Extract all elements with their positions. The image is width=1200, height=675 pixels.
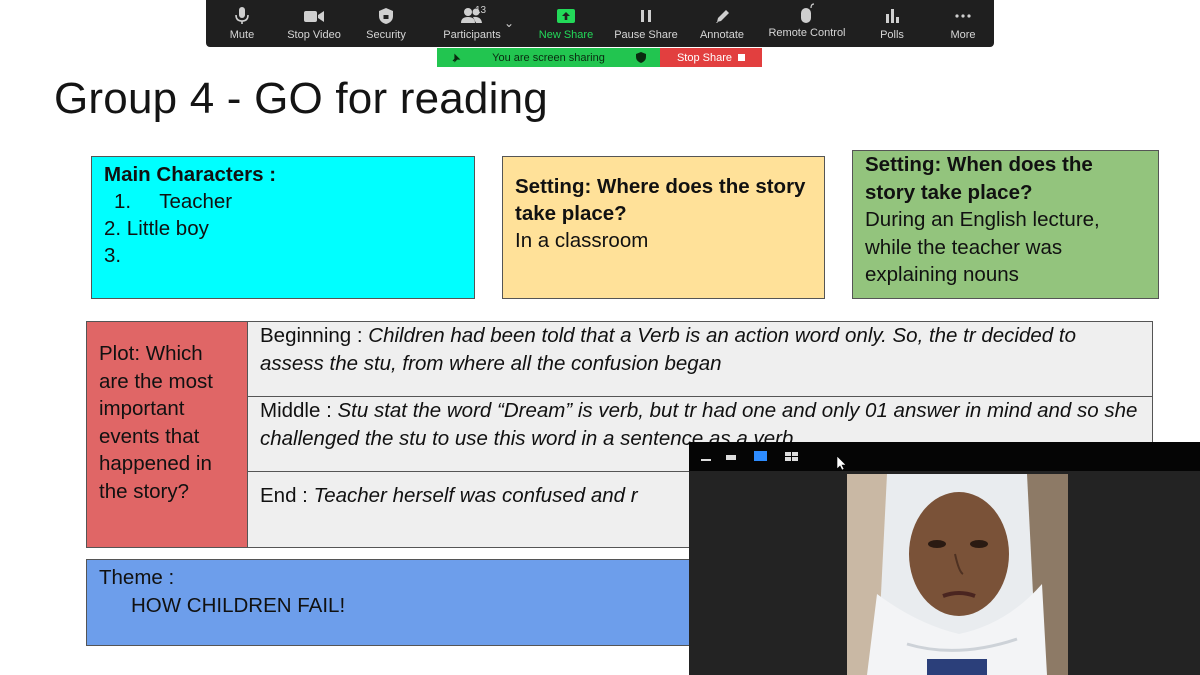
microphone-icon xyxy=(235,7,249,24)
middle-prefix: Middle : xyxy=(260,399,338,422)
character-item-3: 3. xyxy=(104,244,122,267)
annotate-label: Annotate xyxy=(699,29,745,41)
beginning-prefix: Beginning : xyxy=(260,324,369,347)
screen-sharing-banner[interactable]: You are screen sharing xyxy=(437,48,660,67)
screen-sharing-strip: You are screen sharing Stop Share xyxy=(437,48,762,67)
stop-video-button[interactable]: Stop Video xyxy=(278,0,350,47)
polls-button[interactable]: Polls xyxy=(852,0,932,47)
speaker-view-icon[interactable] xyxy=(752,442,770,471)
participant-video-image xyxy=(847,474,1068,675)
remote-control-button[interactable]: Remote Control xyxy=(762,0,852,47)
video-camera-icon xyxy=(304,11,324,22)
new-share-label: New Share xyxy=(538,29,594,41)
stop-icon xyxy=(738,54,746,61)
setting-when-box: Setting: When does the story take place?… xyxy=(852,150,1159,299)
main-characters-heading: Main Characters : xyxy=(104,163,277,186)
participants-label: Participants xyxy=(443,29,501,41)
more-button[interactable]: More xyxy=(932,0,994,47)
gallery-view-icon[interactable] xyxy=(784,442,800,471)
slide-title: Group 4 - GO for reading xyxy=(54,74,548,123)
setting-when-question: Setting: When does the story take place? xyxy=(865,153,1093,204)
mouse-icon xyxy=(801,3,815,23)
security-label: Security xyxy=(366,29,406,41)
mute-button[interactable]: Mute xyxy=(206,0,278,47)
annotate-button[interactable]: Annotate xyxy=(682,0,762,47)
remote-control-label: Remote Control xyxy=(768,27,846,39)
pencil-icon xyxy=(716,10,729,23)
collapse-icon[interactable] xyxy=(724,442,738,471)
theme-box: Theme : HOW CHILDREN FAIL! xyxy=(86,559,692,646)
participant-video[interactable] xyxy=(847,474,1068,675)
share-screen-icon xyxy=(557,9,575,23)
stop-share-button[interactable]: Stop Share xyxy=(660,48,762,67)
polls-label: Polls xyxy=(880,29,904,41)
stop-video-label: Stop Video xyxy=(287,29,341,41)
end-text: Teacher herself was confused and r xyxy=(313,484,638,507)
setting-where-box: Setting: Where does the story take place… xyxy=(502,156,825,299)
pin-icon xyxy=(452,53,461,62)
shield-icon xyxy=(379,8,393,24)
plot-label: Plot: Which are the most important event… xyxy=(87,322,248,547)
pause-icon xyxy=(641,10,651,22)
theme-label: Theme : xyxy=(99,566,175,589)
video-panel[interactable] xyxy=(689,442,1200,675)
meeting-toolbar: Mute Stop Video Security 13 ⌄ Participan… xyxy=(206,0,994,47)
pause-share-label: Pause Share xyxy=(614,29,678,41)
security-button[interactable]: Security xyxy=(350,0,422,47)
plot-row-beginning: Beginning : Children had been told that … xyxy=(248,322,1152,397)
more-label: More xyxy=(950,29,976,41)
stop-share-label: Stop Share xyxy=(676,51,733,64)
setting-where-question: Setting: Where does the story take place… xyxy=(515,175,806,225)
character-item-1: 1. Teacher xyxy=(114,190,233,213)
more-icon xyxy=(955,14,971,18)
new-share-button[interactable]: New Share xyxy=(522,0,610,47)
chevron-down-icon[interactable]: ⌄ xyxy=(504,16,514,30)
setting-when-answer: During an English lecture, while the tea… xyxy=(865,208,1100,286)
screen-sharing-text: You are screen sharing xyxy=(492,51,605,64)
theme-value: HOW CHILDREN FAIL! xyxy=(131,593,346,617)
beginning-text: Children had been told that a Verb is an… xyxy=(260,324,1076,375)
pause-share-button[interactable]: Pause Share xyxy=(610,0,682,47)
main-characters-box: Main Characters : 1. Teacher 2. Little b… xyxy=(91,156,475,299)
video-panel-header[interactable] xyxy=(689,442,1200,471)
character-item-2: 2. Little boy xyxy=(104,217,209,240)
shield-check-icon xyxy=(635,52,646,63)
setting-where-answer: In a classroom xyxy=(515,229,649,252)
participant-count: 13 xyxy=(475,5,487,16)
minimize-icon[interactable] xyxy=(699,442,713,471)
end-prefix: End : xyxy=(260,484,314,507)
participants-button[interactable]: 13 ⌄ Participants xyxy=(422,0,522,47)
bar-chart-icon xyxy=(886,9,899,23)
mute-label: Mute xyxy=(229,29,255,41)
cursor-icon xyxy=(836,455,847,471)
